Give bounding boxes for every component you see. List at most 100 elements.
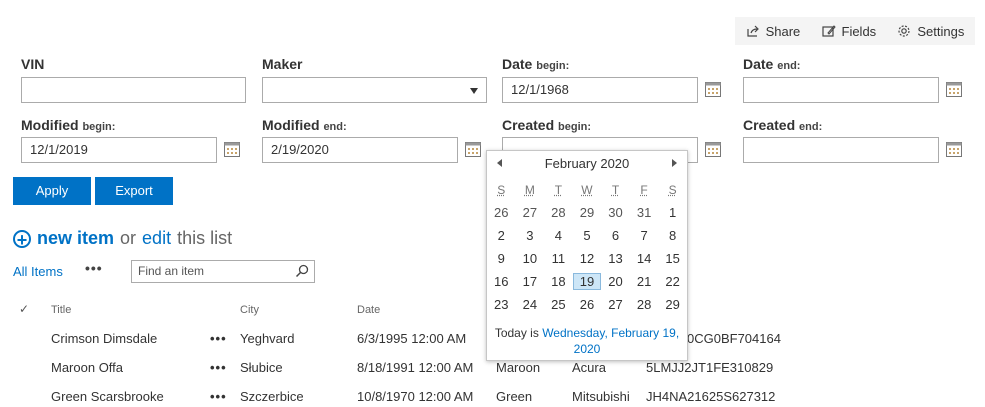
maker-select[interactable] xyxy=(262,77,487,103)
date-picker-popup: February 2020 S M T W T F S 26 27 28 29 30 31 1 2 3 4 5 6 7… xyxy=(486,150,688,361)
new-item-link[interactable]: new item xyxy=(37,228,114,249)
today-link[interactable]: Wednesday, February 19, 2020 xyxy=(542,326,679,356)
row-vin: JH4NA21625S627312 xyxy=(646,389,776,404)
modified-begin-label: Modified begin: xyxy=(21,117,115,133)
column-header-title[interactable]: Title xyxy=(51,304,71,316)
calendar-day[interactable]: 16 xyxy=(487,274,516,289)
calendar-week-row: 16 17 18 19 20 21 22 xyxy=(487,270,687,293)
date-end-label: Date end: xyxy=(743,56,800,72)
search-input[interactable]: Find an item xyxy=(131,260,315,283)
view-more-button[interactable]: ••• xyxy=(85,260,103,276)
calendar-day[interactable]: 25 xyxy=(544,297,573,312)
calendar-day[interactable]: 13 xyxy=(601,251,630,266)
calendar-week-row: 2345678 xyxy=(487,224,687,247)
calendar-month-label: February 2020 xyxy=(544,155,630,171)
calendar-day[interactable]: 9 xyxy=(487,251,516,266)
calendar-day[interactable]: 15 xyxy=(658,251,687,266)
modified-begin-label-sub: begin: xyxy=(82,121,116,133)
next-month-icon[interactable] xyxy=(672,159,677,167)
apply-button[interactable]: Apply xyxy=(13,177,91,205)
calendar-day[interactable]: 4 xyxy=(544,228,573,243)
calendar-icon[interactable] xyxy=(224,141,240,157)
share-icon xyxy=(746,25,759,37)
calendar-day[interactable]: 27 xyxy=(601,297,630,312)
calendar-weekday: M xyxy=(524,182,535,197)
calendar-day[interactable]: 19 xyxy=(572,273,602,290)
settings-button[interactable]: Settings xyxy=(897,24,964,39)
row-title[interactable]: Maroon Offa xyxy=(51,360,123,375)
calendar-day[interactable]: 18 xyxy=(544,274,573,289)
created-end-label-sub: end: xyxy=(799,121,823,133)
row-maker-link[interactable]: Acura xyxy=(572,360,606,375)
row-title[interactable]: Crimson Dimsdale xyxy=(51,331,157,346)
maker-label: Maker xyxy=(262,56,302,72)
row-city: Yeghvard xyxy=(240,331,295,346)
calendar-day[interactable]: 11 xyxy=(544,251,573,266)
calendar-day[interactable]: 5 xyxy=(573,228,602,243)
this-list-text: this list xyxy=(177,228,233,248)
calendar-day[interactable]: 20 xyxy=(601,274,630,289)
today-prefix: Today is xyxy=(494,326,543,340)
calendar-day[interactable]: 26 xyxy=(573,297,602,312)
column-header-city[interactable]: City xyxy=(240,304,259,316)
calendar-day[interactable]: 31 xyxy=(630,205,659,220)
calendar-day[interactable]: 10 xyxy=(516,251,545,266)
calendar-day[interactable]: 12 xyxy=(573,251,602,266)
calendar-day[interactable]: 14 xyxy=(630,251,659,266)
select-all-check[interactable]: ✓ xyxy=(19,302,29,316)
export-button[interactable]: Export xyxy=(95,177,173,205)
calendar-weekday: T xyxy=(554,182,563,197)
date-end-input[interactable] xyxy=(743,77,939,103)
calendar-day[interactable]: 26 xyxy=(487,205,516,220)
row-maker-link[interactable]: Mitsubishi xyxy=(572,389,630,404)
row-more-button[interactable]: ••• xyxy=(210,389,227,404)
created-end-input[interactable] xyxy=(743,137,939,163)
calendar-day[interactable]: 28 xyxy=(630,297,659,312)
vin-label-text: VIN xyxy=(21,56,45,72)
edit-link[interactable]: edit xyxy=(142,228,171,249)
row-title[interactable]: Green Scarsbrooke xyxy=(51,389,164,404)
calendar-day[interactable]: 17 xyxy=(516,274,545,289)
calendar-day[interactable]: 29 xyxy=(573,205,602,220)
calendar-icon[interactable] xyxy=(946,141,962,157)
add-icon[interactable]: + xyxy=(13,229,31,249)
new-item-bar: + new item or edit this list xyxy=(13,228,232,249)
calendar-day[interactable]: 2 xyxy=(487,228,516,243)
calendar-weekday: S xyxy=(668,182,677,197)
calendar-day[interactable]: 8 xyxy=(658,228,687,243)
date-begin-input[interactable]: 12/1/1968 xyxy=(502,77,698,103)
calendar-day[interactable]: 7 xyxy=(630,228,659,243)
calendar-icon[interactable] xyxy=(465,141,481,157)
calendar-day[interactable]: 30 xyxy=(601,205,630,220)
date-end-label-main: Date xyxy=(743,56,774,72)
calendar-icon[interactable] xyxy=(705,141,721,157)
calendar-day[interactable]: 27 xyxy=(516,205,545,220)
row-date: 8/18/1991 12:00 AM xyxy=(357,360,474,375)
calendar-icon[interactable] xyxy=(705,81,721,97)
search-icon[interactable] xyxy=(295,264,309,278)
modified-end-input[interactable]: 2/19/2020 xyxy=(262,137,458,163)
row-more-button[interactable]: ••• xyxy=(210,360,227,375)
row-color: Maroon xyxy=(496,360,541,375)
share-button[interactable]: Share xyxy=(746,24,800,39)
row-more-button[interactable]: ••• xyxy=(210,331,227,346)
calendar-day[interactable]: 21 xyxy=(630,274,659,289)
column-header-date[interactable]: Date xyxy=(357,304,380,316)
date-begin-label-sub: begin: xyxy=(536,60,570,72)
calendar-day[interactable]: 6 xyxy=(601,228,630,243)
calendar-day[interactable]: 28 xyxy=(544,205,573,220)
vin-input[interactable] xyxy=(21,77,246,103)
calendar-day[interactable]: 29 xyxy=(658,297,687,312)
fields-label: Fields xyxy=(841,23,877,39)
view-all-items[interactable]: All Items xyxy=(13,264,63,279)
fields-button[interactable]: Fields xyxy=(821,23,877,39)
calendar-week-row: 23 24 25 26 27 28 29 xyxy=(487,293,687,316)
calendar-day[interactable]: 24 xyxy=(516,297,545,312)
calendar-day[interactable]: 1 xyxy=(658,205,687,220)
row-vin: 0CG0BF704164 xyxy=(687,331,781,346)
modified-begin-input[interactable]: 12/1/2019 xyxy=(21,137,217,163)
calendar-day[interactable]: 23 xyxy=(487,297,516,312)
calendar-day[interactable]: 3 xyxy=(516,228,545,243)
calendar-icon[interactable] xyxy=(946,81,962,97)
calendar-day[interactable]: 22 xyxy=(658,274,687,289)
